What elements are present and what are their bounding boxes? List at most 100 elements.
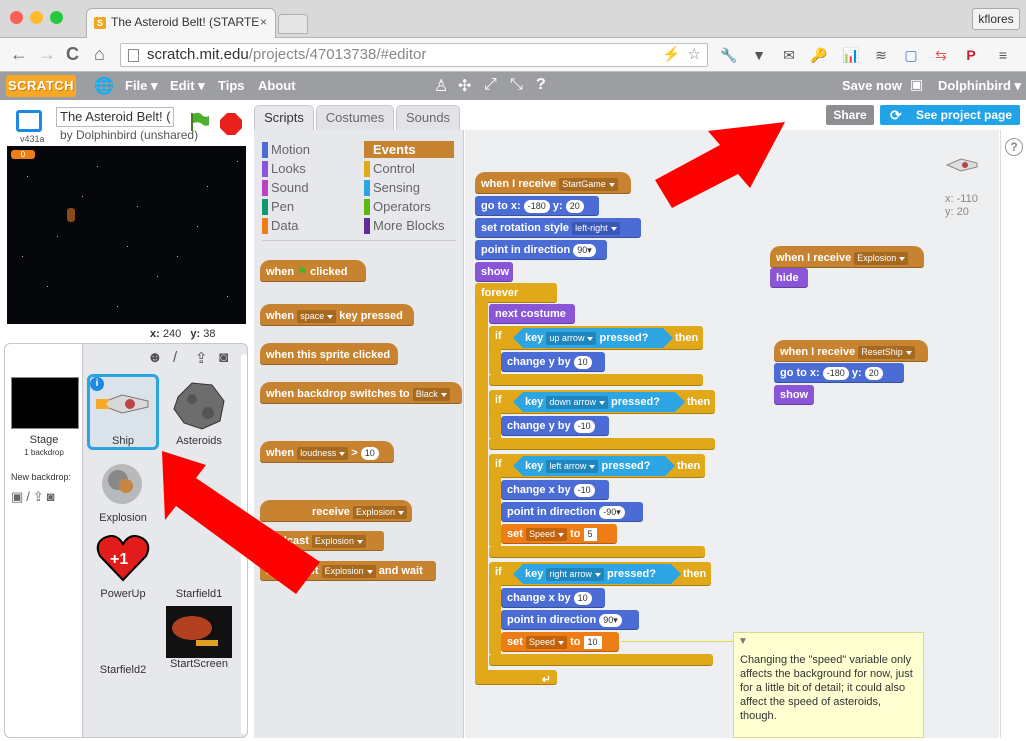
folder-icon[interactable]: ▣ bbox=[910, 76, 923, 93]
pocket-extension-icon[interactable]: ▼ bbox=[750, 47, 768, 63]
lightning-icon[interactable]: ⚡ bbox=[662, 44, 681, 66]
hide-block[interactable]: hide bbox=[770, 268, 808, 288]
paint-sprite-icon[interactable]: / bbox=[173, 349, 177, 366]
new-backdrop-tools[interactable]: ▣/⇪◙ bbox=[11, 489, 58, 505]
category-operators[interactable]: Operators bbox=[364, 198, 454, 215]
stop-sign-icon[interactable] bbox=[220, 113, 242, 135]
sprite-asteroids[interactable]: Asteroids bbox=[163, 377, 235, 447]
category-more-blocks[interactable]: More Blocks bbox=[364, 217, 454, 234]
category-sensing[interactable]: Sensing bbox=[364, 179, 454, 196]
fullscreen-icon[interactable] bbox=[16, 110, 42, 132]
edit-menu[interactable]: Edit ▾ bbox=[170, 78, 205, 94]
pinterest-extension-icon[interactable]: P bbox=[962, 47, 980, 63]
go-to-xy-block[interactable]: go to x: -180 y: 20 bbox=[774, 363, 904, 383]
file-menu[interactable]: File ▾ bbox=[125, 78, 158, 94]
key-up-arrow-pressed[interactable]: key up arrow pressed? bbox=[513, 328, 673, 348]
key-right-arrow-pressed[interactable]: key right arrow pressed? bbox=[513, 564, 681, 584]
choose-sprite-icon[interactable]: ☻ bbox=[147, 349, 163, 366]
hangouts-extension-icon[interactable]: 📊 bbox=[842, 47, 860, 63]
category-sound[interactable]: Sound bbox=[262, 179, 352, 196]
user-menu[interactable]: Dolphinbird ▾ bbox=[938, 78, 1021, 94]
buffer-extension-icon[interactable]: ≋ bbox=[872, 47, 890, 63]
help-icon[interactable]: ? bbox=[1005, 138, 1023, 156]
category-looks[interactable]: Looks bbox=[262, 160, 352, 177]
share-button[interactable]: Share bbox=[826, 105, 874, 125]
mask-extension-icon[interactable]: ✉ bbox=[780, 47, 798, 63]
forever-block[interactable]: forever bbox=[475, 283, 557, 303]
when-loudness-block[interactable]: when loudness > 10 bbox=[260, 441, 394, 463]
set-rotation-style-block[interactable]: set rotation style left-right bbox=[475, 218, 641, 238]
wrench-extension-icon[interactable]: 🔧 bbox=[720, 47, 738, 63]
set-speed-block[interactable]: set Speed to 10 bbox=[501, 632, 619, 652]
when-i-receive-explosion-block[interactable]: when I receive Explosion bbox=[770, 246, 924, 268]
sprite-l[interactable]: L bbox=[163, 454, 235, 524]
when-i-receive-block[interactable]: receive Explosion bbox=[260, 500, 412, 522]
scripts-scrollbar[interactable]: ? bbox=[1000, 130, 1026, 738]
point-in-direction-block[interactable]: point in direction 90▾ bbox=[475, 240, 607, 260]
show-block[interactable]: show bbox=[475, 262, 513, 282]
ship-sprite-on-stage[interactable] bbox=[67, 208, 75, 222]
tips-menu[interactable]: Tips bbox=[218, 78, 245, 93]
green-flag-icon[interactable] bbox=[188, 110, 210, 132]
key-left-arrow-pressed[interactable]: key left arrow pressed? bbox=[513, 456, 675, 476]
tab-costumes[interactable]: Costumes bbox=[316, 105, 394, 131]
when-flag-clicked-block[interactable]: when ⚑ clicked bbox=[260, 260, 366, 282]
category-control[interactable]: Control bbox=[364, 160, 454, 177]
next-costume-block[interactable]: next costume bbox=[489, 304, 575, 324]
camera-sprite-icon[interactable]: ◙ bbox=[219, 349, 228, 366]
reload-icon[interactable]: C bbox=[66, 44, 79, 64]
address-bar[interactable]: scratch.mit.edu/projects/47013738/#edito… bbox=[120, 43, 708, 67]
project-title-input[interactable]: The Asteroid Belt! ( bbox=[56, 107, 174, 127]
sprite-info-icon[interactable]: i bbox=[90, 377, 104, 391]
sprite-starfield1[interactable]: Starfield1 bbox=[163, 530, 235, 600]
point-in-direction-block[interactable]: point in direction 90▾ bbox=[501, 610, 639, 630]
collapse-note-icon[interactable]: ▼ bbox=[738, 635, 748, 649]
duplicate-tool-icon[interactable]: ♙ bbox=[434, 76, 448, 96]
broadcast-block[interactable]: adcast Explosion bbox=[260, 531, 384, 551]
when-i-receive-startgame-block[interactable]: when I receive StartGame bbox=[475, 172, 631, 194]
sprite-powerup[interactable]: +1 PowerUp bbox=[87, 530, 159, 600]
tab-sounds[interactable]: Sounds bbox=[396, 105, 460, 131]
sprite-startscreen[interactable]: StartScreen bbox=[163, 606, 235, 670]
new-tab-button[interactable] bbox=[278, 14, 308, 34]
category-data[interactable]: Data bbox=[262, 217, 352, 234]
go-to-xy-block[interactable]: go to x: -180 y: 20 bbox=[475, 196, 599, 216]
close-window-button[interactable] bbox=[10, 11, 23, 24]
maximize-window-button[interactable] bbox=[50, 11, 63, 24]
browser-menu-icon[interactable]: ≡ bbox=[994, 47, 1012, 63]
sprite-scrollbar[interactable] bbox=[241, 354, 247, 734]
change-y-by-block[interactable]: change y by 10 bbox=[501, 352, 605, 372]
minimize-window-button[interactable] bbox=[30, 11, 43, 24]
upload-sprite-icon[interactable]: ⇪ bbox=[195, 349, 208, 367]
sprite-ship[interactable]: i Ship bbox=[87, 374, 159, 450]
home-icon[interactable]: ⌂ bbox=[94, 44, 105, 64]
when-sprite-clicked-block[interactable]: when this sprite clicked bbox=[260, 343, 398, 365]
window-extension-icon[interactable]: ▢ bbox=[902, 47, 920, 63]
change-x-by-block[interactable]: change x by -10 bbox=[501, 480, 609, 500]
tab-scripts[interactable]: Scripts bbox=[254, 105, 314, 132]
broadcast-and-wait-block[interactable]: broadcast Explosion and wait bbox=[260, 561, 436, 581]
cut-tool-icon[interactable]: ✣ bbox=[458, 76, 471, 96]
category-events[interactable]: Events bbox=[364, 141, 454, 158]
when-i-receive-resetship-block[interactable]: when I receive ResetShip bbox=[774, 340, 928, 362]
close-tab-icon[interactable]: × bbox=[260, 15, 267, 29]
profile-button[interactable]: kflores bbox=[972, 8, 1020, 30]
comment-note[interactable]: ▼ Changing the "speed" variable only aff… bbox=[733, 632, 924, 738]
change-y-by-block[interactable]: change y by -10 bbox=[501, 416, 609, 436]
bookmark-star-icon[interactable]: ☆ bbox=[688, 44, 701, 66]
key-extension-icon[interactable]: 🔑 bbox=[810, 47, 828, 63]
forward-icon[interactable]: → bbox=[38, 44, 56, 64]
stage-canvas[interactable]: 0 bbox=[7, 146, 246, 324]
change-x-by-block[interactable]: change x by 10 bbox=[501, 588, 605, 608]
scratch-logo[interactable]: SCRATCH bbox=[6, 75, 76, 97]
point-in-direction-block[interactable]: point in direction -90▾ bbox=[501, 502, 643, 522]
sprite-explosion[interactable]: Explosion bbox=[87, 454, 159, 524]
key-down-arrow-pressed[interactable]: key down arrow pressed? bbox=[513, 392, 685, 412]
shrink-tool-icon[interactable]: ⤡ bbox=[510, 76, 523, 94]
about-menu[interactable]: About bbox=[258, 78, 296, 93]
browser-tab-active[interactable]: S The Asteroid Belt! (STARTE × bbox=[86, 8, 276, 38]
see-project-page-button[interactable]: ⟳ See project page bbox=[880, 105, 1020, 125]
set-speed-block[interactable]: set Speed to 5 bbox=[501, 524, 617, 544]
grow-tool-icon[interactable]: ⤢ bbox=[484, 76, 497, 94]
when-backdrop-switches-block[interactable]: when backdrop switches to Black bbox=[260, 382, 462, 404]
